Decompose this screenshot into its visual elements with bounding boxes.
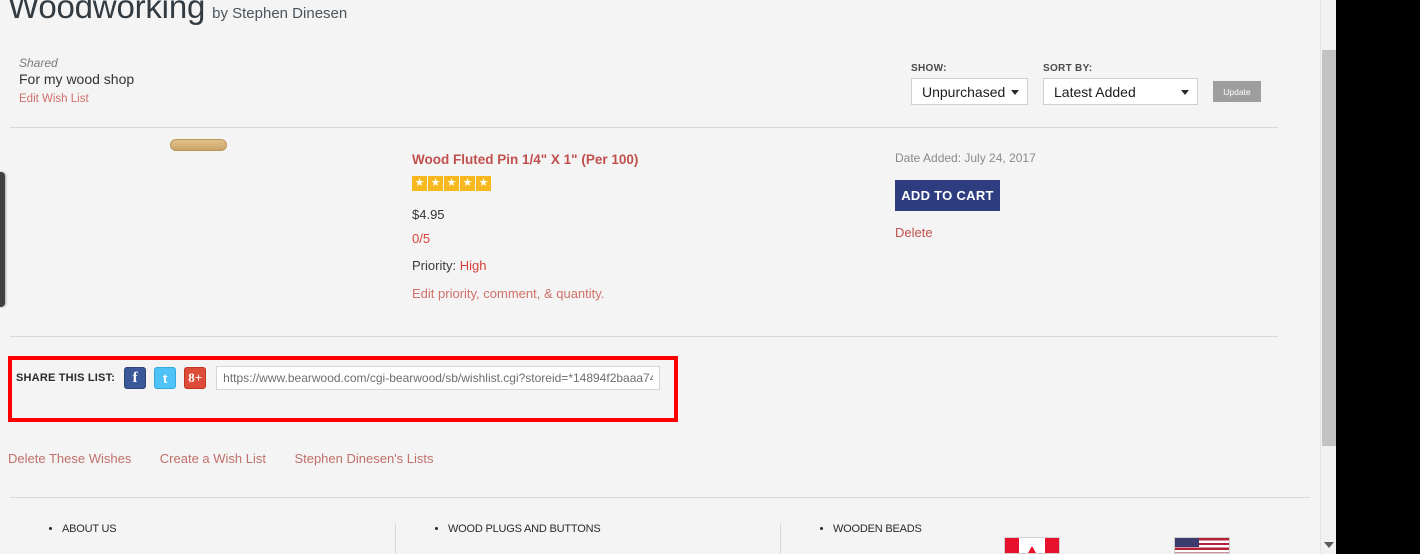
star-icon: ★	[428, 176, 443, 191]
star-icon: ★	[476, 176, 491, 191]
footer-link[interactable]: WOODEN BEADS	[833, 523, 1165, 535]
delete-these-wishes-link[interactable]: Delete These Wishes	[8, 451, 131, 466]
footer-link[interactable]: ABOUT US	[62, 523, 395, 535]
product-title-link[interactable]: Wood Fluted Pin 1/4" X 1" (Per 100)	[412, 152, 638, 167]
priority-value: High	[459, 258, 487, 273]
product-actions: Date Added: July 24, 2017 ADD TO CART De…	[895, 151, 1036, 242]
footer-link[interactable]: WOOD PLUGS AND BUTTONS	[448, 523, 780, 535]
star-icon: ★	[444, 176, 459, 191]
scroll-down-arrow-icon[interactable]	[1324, 542, 1334, 548]
list-meta: Shared For my wood shop Edit Wish List	[19, 56, 134, 107]
footer-column: ABOUT US	[10, 523, 395, 554]
edit-wish-list-link[interactable]: Edit Wish List	[19, 93, 89, 105]
google-plus-icon[interactable]: 8+	[184, 367, 207, 389]
bottom-links: Delete These Wishes Create a Wish List S…	[8, 450, 458, 468]
show-filter-select[interactable]: Unpurchased	[911, 78, 1028, 105]
twitter-icon[interactable]: t	[154, 367, 177, 389]
wish-list-byline: by Stephen Dinesen	[212, 5, 348, 22]
sort-by-group: SORT BY: Latest Added	[1043, 63, 1198, 105]
chevron-down-icon	[1011, 89, 1019, 95]
share-this-list-highlight: SHARE THIS LIST: f t 8+	[8, 356, 678, 422]
create-a-wish-list-link[interactable]: Create a Wish List	[160, 451, 266, 466]
footer-flags	[1004, 537, 1230, 554]
star-icon: ★	[412, 176, 427, 191]
wish-list-title: Woodworking	[8, 0, 206, 25]
product-price: $4.95	[412, 207, 445, 222]
rating-stars: ★ ★ ★ ★ ★	[412, 176, 852, 191]
share-this-list: SHARE THIS LIST: f t 8+	[12, 366, 661, 390]
side-tab-widget[interactable]	[0, 172, 5, 307]
product-priority: Priority: High	[412, 258, 852, 273]
priority-label: Priority:	[412, 258, 457, 273]
divider-top	[10, 127, 1278, 128]
screen-empty-area	[1336, 0, 1420, 554]
page-title: Woodworking by Stephen Dinesen	[8, 0, 347, 26]
show-filter-label: SHOW:	[911, 63, 947, 74]
chevron-down-icon	[1181, 89, 1189, 95]
facebook-icon[interactable]: f	[124, 367, 147, 389]
page-viewport: Woodworking by Stephen Dinesen Shared For…	[0, 0, 1336, 554]
list-controls: SHOW: Unpurchased SORT BY: Latest Added …	[911, 63, 1261, 105]
sort-by-label: SORT BY:	[1043, 63, 1093, 74]
usa-flag-icon	[1174, 537, 1230, 554]
share-label: SHARE THIS LIST:	[16, 372, 116, 384]
sort-by-value: Latest Added	[1054, 83, 1136, 100]
add-to-cart-button[interactable]: ADD TO CART	[895, 180, 1000, 211]
star-icon: ★	[460, 176, 475, 191]
footer-column: WOOD PLUGS AND BUTTONS	[395, 523, 780, 554]
list-description: For my wood shop	[19, 71, 135, 87]
scrollbar-thumb[interactable]	[1322, 50, 1336, 446]
list-visibility: Shared	[19, 56, 58, 70]
product-info: Wood Fluted Pin 1/4" X 1" (Per 100) ★ ★ …	[412, 151, 852, 303]
user-lists-link[interactable]: Stephen Dinesen's Lists	[294, 451, 433, 466]
share-url-input[interactable]	[216, 366, 661, 390]
canada-flag-icon	[1004, 537, 1060, 554]
vertical-scrollbar[interactable]	[1320, 0, 1336, 554]
delete-item-link[interactable]: Delete	[895, 225, 933, 240]
edit-priority-link[interactable]: Edit priority, comment, & quantity.	[412, 286, 604, 301]
show-filter-value: Unpurchased	[922, 83, 1006, 100]
product-quantity: 0/5	[412, 231, 431, 246]
show-filter-group: SHOW: Unpurchased	[911, 63, 1028, 105]
divider-footer	[10, 497, 1310, 498]
product-thumbnail[interactable]	[170, 139, 227, 151]
sort-by-select[interactable]: Latest Added	[1043, 78, 1198, 105]
divider-middle	[10, 336, 1278, 337]
date-added: Date Added: July 24, 2017	[895, 151, 1036, 165]
update-button[interactable]: Update	[1213, 81, 1261, 102]
